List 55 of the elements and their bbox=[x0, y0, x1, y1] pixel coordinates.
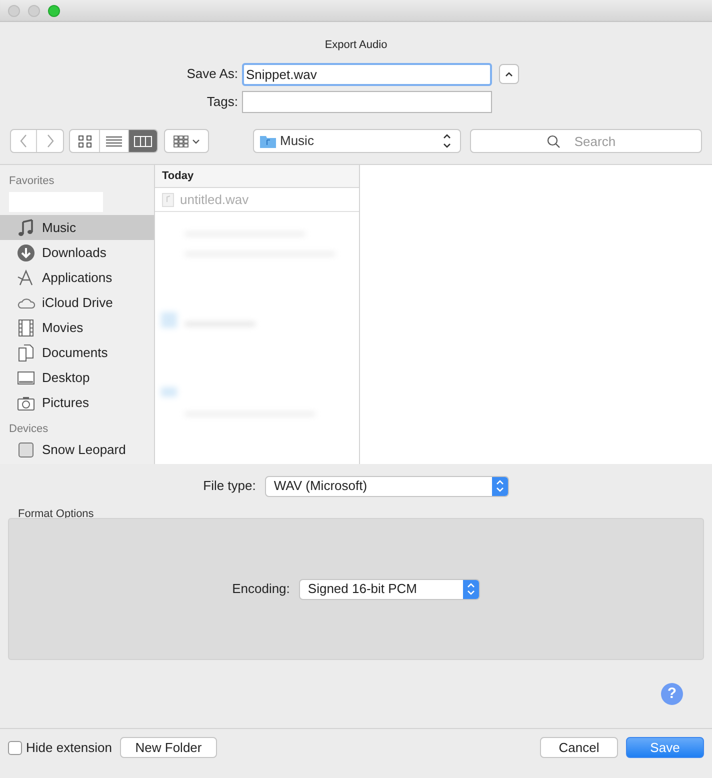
sidebar-item[interactable]: Desktop bbox=[0, 365, 154, 390]
view-mode-button[interactable] bbox=[128, 130, 157, 152]
field-label: File type: bbox=[203, 477, 256, 496]
applications-icon bbox=[17, 268, 35, 286]
group-button[interactable] bbox=[164, 129, 209, 153]
stepper-icon bbox=[466, 581, 476, 597]
grid-icon bbox=[78, 134, 92, 148]
sidebar-item[interactable]: Downloads bbox=[0, 240, 154, 265]
save-as-field[interactable]: Snippet.wav bbox=[242, 62, 492, 86]
navigation-control[interactable] bbox=[10, 129, 64, 153]
field-label: Tags: bbox=[206, 93, 239, 112]
location-popup[interactable]: Music bbox=[253, 129, 461, 153]
zoom-button[interactable] bbox=[48, 4, 60, 16]
columns-icon bbox=[134, 134, 152, 148]
film-icon bbox=[17, 318, 35, 336]
list-icon bbox=[106, 134, 122, 148]
column-header: Today bbox=[155, 165, 359, 188]
download-icon bbox=[17, 244, 35, 262]
back-icon bbox=[20, 134, 28, 148]
dialog-button[interactable]: Cancel bbox=[540, 737, 618, 758]
encoding-popup[interactable]: Signed 16-bit PCM bbox=[298, 578, 480, 600]
sidebar-item[interactable]: Applications bbox=[0, 265, 154, 290]
view-mode-control[interactable] bbox=[69, 129, 158, 153]
folder-icon bbox=[260, 134, 276, 148]
checkbox-label: Hide extension bbox=[26, 738, 112, 757]
minimize-button[interactable] bbox=[28, 4, 40, 16]
document-icon bbox=[17, 344, 35, 362]
desktop-icon bbox=[17, 368, 35, 386]
audio-file-icon bbox=[162, 192, 174, 206]
sidebar-item[interactable]: iCloud Drive bbox=[0, 290, 154, 315]
sidebar-item[interactable]: Pictures bbox=[0, 390, 154, 415]
file-type-popup[interactable]: WAV (Microsoft) bbox=[264, 476, 509, 496]
grid-icon bbox=[173, 134, 189, 148]
field-label: Save As: bbox=[186, 65, 239, 84]
sidebar-item[interactable]: Music bbox=[0, 215, 154, 240]
forward-icon bbox=[46, 134, 54, 148]
window-title: Export Audio bbox=[324, 38, 388, 52]
chevron-down-icon bbox=[192, 138, 200, 144]
section-header: Favorites bbox=[8, 174, 56, 189]
sidebar-item[interactable]: Movies bbox=[0, 315, 154, 340]
chevron-up-icon bbox=[504, 71, 514, 77]
field-label: Encoding: bbox=[232, 580, 290, 598]
collapse-button[interactable] bbox=[499, 64, 519, 84]
stepper-icon bbox=[494, 478, 505, 494]
search-field[interactable]: Search bbox=[470, 129, 702, 153]
music-note-icon bbox=[17, 218, 35, 236]
section-header: Devices bbox=[8, 422, 50, 437]
sidebar-item[interactable]: Documents bbox=[0, 340, 154, 365]
checkbox[interactable] bbox=[8, 740, 22, 754]
close-button[interactable] bbox=[8, 4, 20, 16]
group-title: Format Options bbox=[18, 507, 95, 520]
sidebar-item[interactable]: Snow Leopard bbox=[0, 437, 154, 462]
search-icon bbox=[547, 135, 560, 148]
tags-field[interactable] bbox=[242, 91, 492, 113]
dialog-button[interactable]: New Folder bbox=[120, 737, 217, 758]
